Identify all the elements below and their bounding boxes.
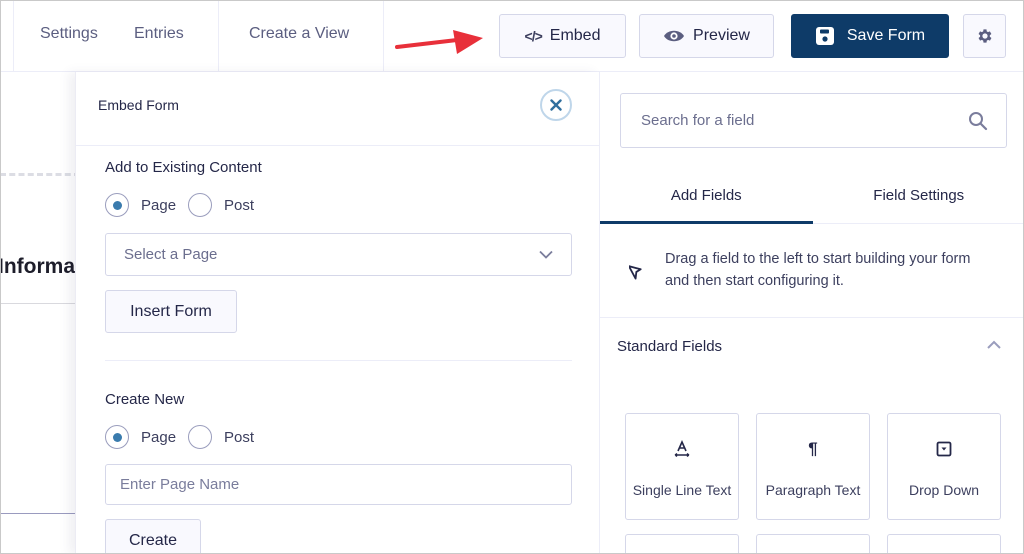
chevron-down-icon bbox=[539, 250, 553, 259]
top-toolbar: Settings Entries Create a View </> Embed… bbox=[0, 0, 1024, 72]
embed-form-panel: Embed Form Add to Existing Content Page … bbox=[75, 72, 599, 554]
save-icon bbox=[815, 27, 834, 45]
preview-button-label: Preview bbox=[693, 27, 750, 44]
settings-button[interactable] bbox=[963, 14, 1006, 58]
field-label: Paragraph Text bbox=[765, 482, 861, 498]
create-post-radio[interactable] bbox=[188, 425, 213, 449]
existing-post-radio[interactable] bbox=[188, 193, 213, 217]
canvas-divider bbox=[0, 303, 80, 304]
text-input-icon bbox=[673, 440, 691, 458]
field-drop-down[interactable]: Drop Down bbox=[887, 413, 1001, 520]
select-page-dropdown[interactable]: Select a Page bbox=[105, 233, 572, 276]
chevron-up-icon[interactable] bbox=[986, 340, 1002, 350]
gear-icon bbox=[978, 29, 991, 43]
canvas-divider bbox=[0, 513, 80, 514]
cursor-icon bbox=[629, 265, 642, 280]
sidebar-tabs: Add Fields Field Settings bbox=[600, 172, 1024, 224]
create-type-radio-group: Page Post bbox=[105, 425, 266, 449]
close-button[interactable] bbox=[540, 89, 572, 121]
section-divider bbox=[105, 360, 572, 361]
paragraph-icon: ¶ bbox=[808, 439, 818, 458]
nav-settings[interactable]: Settings bbox=[40, 25, 98, 43]
nav-entries[interactable]: Entries bbox=[134, 25, 184, 43]
existing-post-label: Post bbox=[224, 196, 255, 214]
embed-button-label: Embed bbox=[549, 27, 601, 44]
existing-type-radio-group: Page Post bbox=[105, 193, 266, 217]
drag-hint: Drag a field to the left to start buildi… bbox=[600, 224, 1024, 318]
embed-panel-header: Embed Form bbox=[76, 72, 599, 146]
field-label: Drop Down bbox=[908, 482, 980, 498]
nav-create-view[interactable]: Create a View bbox=[249, 25, 349, 43]
create-page-radio[interactable] bbox=[105, 425, 129, 449]
create-new-label: Create New bbox=[105, 391, 185, 408]
search-icon[interactable] bbox=[968, 111, 988, 131]
canvas-dashed-divider bbox=[0, 173, 80, 176]
field-card-partial[interactable] bbox=[756, 534, 870, 554]
field-search-input[interactable]: Search for a field bbox=[620, 93, 1007, 148]
divider bbox=[383, 0, 384, 72]
embed-panel-title: Embed Form bbox=[98, 97, 179, 113]
search-placeholder: Search for a field bbox=[641, 112, 755, 129]
divider bbox=[218, 0, 219, 72]
existing-page-radio[interactable] bbox=[105, 193, 129, 217]
code-icon: </> bbox=[524, 28, 543, 44]
page-name-input[interactable] bbox=[105, 464, 572, 505]
field-sidebar: Search for a field Add Fields Field Sett… bbox=[599, 72, 1024, 554]
drag-hint-text: Drag a field to the left to start buildi… bbox=[665, 251, 971, 289]
standard-fields-heading: Standard Fields bbox=[617, 338, 723, 355]
field-card-partial[interactable] bbox=[887, 534, 1001, 554]
tab-add-fields[interactable]: Add Fields bbox=[600, 172, 813, 224]
create-button[interactable]: Create bbox=[105, 519, 201, 554]
field-single-line-text[interactable]: Single Line Text bbox=[625, 413, 739, 520]
field-paragraph-text[interactable]: ¶ Paragraph Text bbox=[756, 413, 870, 520]
close-icon bbox=[550, 99, 562, 111]
existing-content-label: Add to Existing Content bbox=[105, 159, 262, 176]
eye-icon bbox=[664, 30, 685, 42]
create-post-label: Post bbox=[224, 428, 255, 446]
save-form-label: Save Form bbox=[846, 27, 926, 44]
dropdown-icon bbox=[936, 440, 952, 458]
save-form-button[interactable]: Save Form bbox=[791, 14, 949, 58]
field-label: Single Line Text bbox=[632, 482, 732, 498]
annotation-arrow-icon bbox=[395, 30, 483, 54]
embed-button[interactable]: </> Embed bbox=[499, 14, 626, 58]
select-page-placeholder: Select a Page bbox=[124, 246, 218, 263]
canvas-section-heading: Informa bbox=[0, 255, 76, 278]
divider bbox=[13, 0, 14, 72]
create-page-label: Page bbox=[141, 428, 177, 446]
preview-button[interactable]: Preview bbox=[639, 14, 774, 58]
field-card-partial[interactable] bbox=[625, 534, 739, 554]
insert-form-button[interactable]: Insert Form bbox=[105, 290, 237, 333]
existing-page-label: Page bbox=[141, 196, 177, 214]
tab-field-settings[interactable]: Field Settings bbox=[813, 172, 1024, 223]
